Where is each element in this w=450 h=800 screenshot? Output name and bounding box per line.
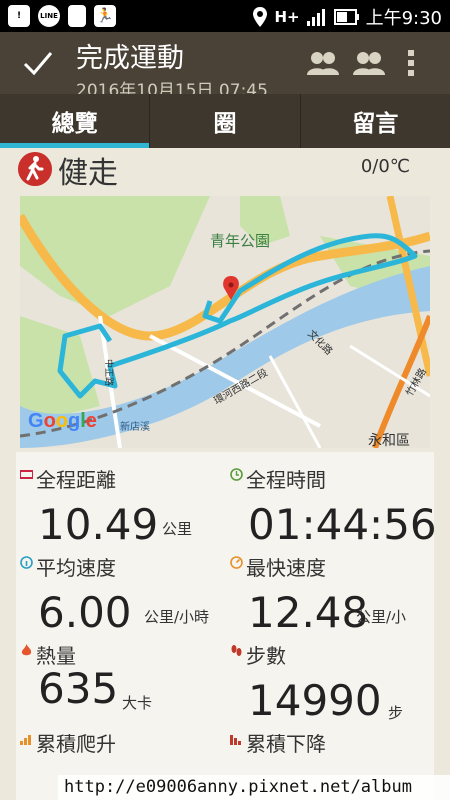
tab-laps[interactable]: 圈 <box>150 94 301 148</box>
stat-label: 最快速度 <box>246 556 326 580</box>
line-icon: LINE <box>38 5 60 27</box>
stat-unit: 公里 <box>162 520 193 538</box>
network-type: H+ <box>274 8 300 26</box>
stat-label: 累積爬升 <box>36 732 116 756</box>
stat-max-speed: 最快速度 12.48 公里/小 <box>226 546 434 634</box>
phone-icon <box>68 5 86 27</box>
stat-label: 累積下降 <box>246 732 326 756</box>
stat-duration: 全程時間 01:44:56 <box>226 458 434 546</box>
stat-value: 6.00 <box>38 588 132 634</box>
footprints-icon <box>231 645 242 656</box>
stat-label: 平均速度 <box>36 556 116 580</box>
speedometer-icon <box>230 556 243 569</box>
status-bar: ! LINE 🏃 H+ 上午9:30 <box>0 0 450 32</box>
stat-steps: 步數 14990 步 <box>226 634 434 722</box>
temperature: 0/0℃ <box>360 156 410 177</box>
overflow-menu-icon[interactable] <box>406 49 416 77</box>
stat-value: 01:44:56 <box>248 500 434 546</box>
ruler-icon <box>20 470 33 479</box>
clock: 上午9:30 <box>365 8 442 29</box>
tab-comments[interactable]: 留言 <box>301 94 450 148</box>
flame-icon <box>21 644 32 656</box>
page-title: 完成運動 <box>76 43 184 74</box>
stat-avg-speed: 平均速度 6.00 公里/小時 <box>16 546 216 634</box>
stat-unit: 大卡 <box>122 694 153 712</box>
tab-bar: 總覽 圈 留言 <box>0 94 450 148</box>
check-icon[interactable] <box>22 48 54 78</box>
friends-icon[interactable] <box>352 50 386 76</box>
stat-unit: 公里/小時 <box>144 608 210 626</box>
overview-content: 健走 0/0℃ 青年公園 永和區 文化路 環河西路二段 竹林路 中正路 新店溪 … <box>0 148 450 800</box>
map-label-road-4: 中正路 <box>103 358 114 387</box>
map-label-park: 青年公園 <box>210 232 271 250</box>
stat-value: 12.48 <box>248 588 369 634</box>
google-logo: Google <box>28 410 97 432</box>
map-label-river: 新店溪 <box>120 422 150 433</box>
stat-label: 步數 <box>246 644 286 668</box>
stat-label: 全程時間 <box>246 468 326 492</box>
runner-icon: 🏃 <box>94 5 116 27</box>
stat-value: 10.49 <box>38 500 159 546</box>
notification-icon: ! <box>8 5 30 27</box>
activity-name: 健走 <box>58 156 118 191</box>
stat-label: 全程距離 <box>36 468 116 492</box>
descent-icon <box>230 735 241 745</box>
stat-calories: 熱量 635 大卡 <box>16 634 216 722</box>
page-subtitle: 2016年10月15日 07:45 <box>76 81 268 94</box>
stat-value: 14990 <box>248 676 382 722</box>
clock-icon <box>230 468 243 481</box>
stat-unit: 公里/小 <box>356 608 407 626</box>
walking-icon <box>18 152 52 186</box>
group-icon[interactable] <box>306 50 340 76</box>
stats-panel: 全程距離 10.49 公里 全程時間 01:44:56 平均速度 6.00 公里… <box>16 452 434 800</box>
location-icon <box>253 7 268 27</box>
stat-unit: 步 <box>388 704 404 722</box>
watermark: http://e09006anny.pixnet.net/album <box>58 775 450 800</box>
route-map[interactable]: 青年公園 永和區 文化路 環河西路二段 竹林路 中正路 新店溪 Google <box>20 196 430 448</box>
stat-value: 635 <box>38 664 119 713</box>
stat-distance: 全程距離 10.49 公里 <box>16 458 216 546</box>
ascent-icon <box>20 735 31 745</box>
battery-icon <box>333 9 359 25</box>
signal-icon <box>306 9 325 26</box>
info-icon <box>20 556 33 569</box>
tab-overview[interactable]: 總覽 <box>0 94 151 148</box>
action-bar: 完成運動 2016年10月15日 07:45 <box>0 32 450 94</box>
map-label-district: 永和區 <box>368 433 410 448</box>
